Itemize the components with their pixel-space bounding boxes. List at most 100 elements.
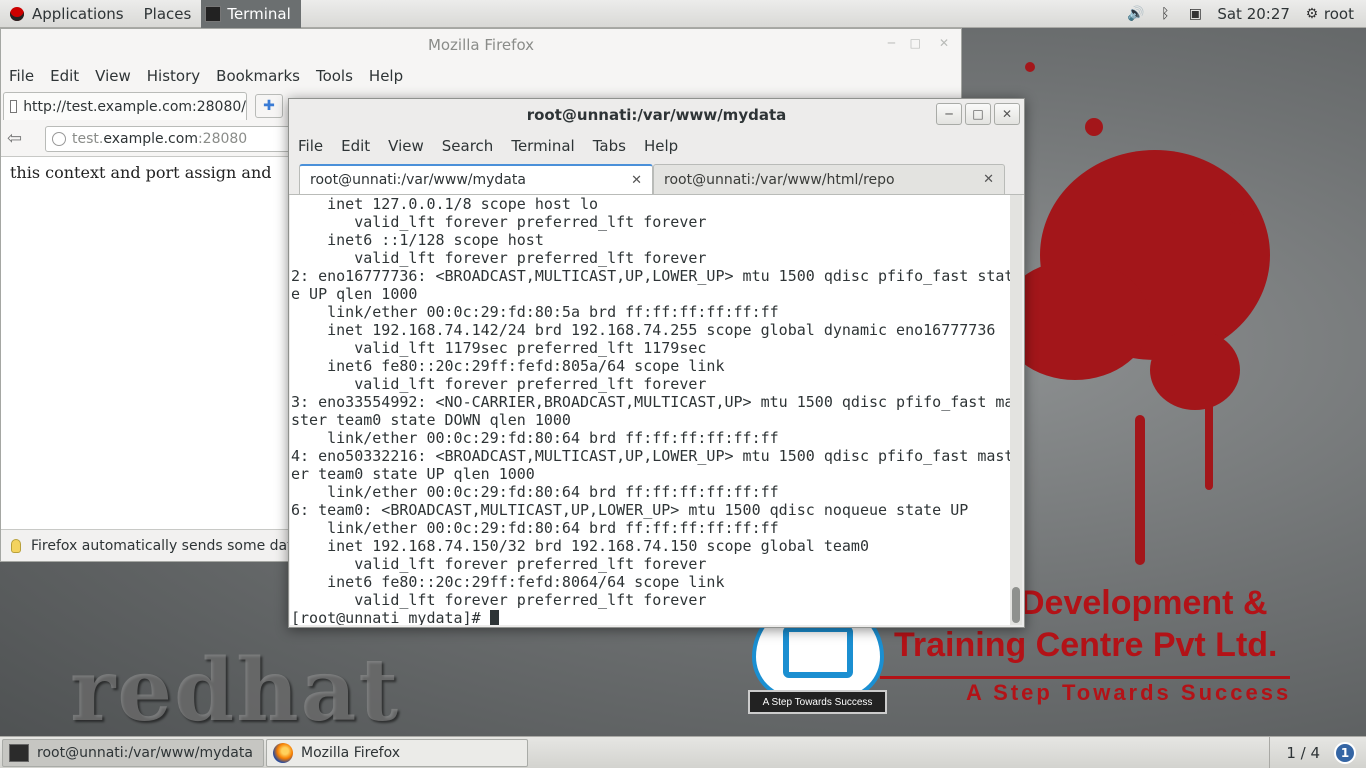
ff-menu-file[interactable]: File [9,67,34,85]
places-label: Places [143,4,192,23]
maximize-icon[interactable]: □ [910,36,921,50]
workspace-switcher[interactable]: 1 / 4 1 [1269,736,1366,768]
notification-text: Firefox automatically sends some data t [31,537,312,554]
brand-divider [880,676,1290,679]
new-tab-button[interactable]: ✚ [255,94,283,118]
terminal-line: inet6 ::1/128 scope host [291,231,544,249]
redhat-logo-icon [10,6,24,21]
blood-splat-decoration [1230,210,1244,224]
close-tab-icon[interactable]: ✕ [631,173,642,188]
firefox-icon [273,742,293,763]
close-icon[interactable]: ✕ [994,103,1020,125]
logo-monitor-icon [783,626,853,678]
terminal-tab-repo[interactable]: root@unnati:/var/www/html/repo ✕ [653,164,1005,194]
terminal-line: valid_lft forever preferred_lft forever [291,375,707,393]
clock[interactable]: Sat 20:27 [1217,5,1290,23]
firefox-menubar: File Edit View History Bookmarks Tools H… [1,61,961,91]
workspace-label: 1 / 4 [1286,743,1320,762]
taskbar-item-firefox[interactable]: Mozilla Firefox [266,738,528,767]
user-menu[interactable]: ⚙ root [1304,5,1354,23]
terminal-scrollbar[interactable] [1010,195,1022,625]
ff-menu-tools[interactable]: Tools [316,67,353,85]
blood-splat-decoration [1205,400,1213,490]
terminal-icon [9,743,29,762]
active-app-menu[interactable]: Terminal [201,0,301,28]
terminal-tab-label: root@unnati:/var/www/html/repo [664,171,895,188]
redhat-watermark: redhat [70,640,401,741]
terminal-prompt: [root@unnati mydata]# [291,609,490,625]
terminal-line: inet 192.168.74.142/24 brd 192.168.74.25… [291,321,996,339]
lightbulb-icon [11,538,21,553]
terminal-window: root@unnati:/var/www/mydata ─ □ ✕ File E… [288,98,1025,628]
terminal-line: 6: team0: <BROADCAST,MULTICAST,UP,LOWER_… [291,501,969,519]
ff-menu-help[interactable]: Help [369,67,403,85]
minimize-icon[interactable]: ─ [936,103,962,125]
terminal-line: inet 127.0.0.1/8 scope host lo [291,195,599,213]
term-menu-file[interactable]: File [298,137,323,155]
browser-tab-label: http://test.example.com:28080/ [23,98,246,115]
ff-menu-history[interactable]: History [147,67,200,85]
terminal-lines: inet 127.0.0.1/8 scope host lo valid_lft… [291,195,1012,609]
terminal-line: valid_lft forever preferred_lft forever [291,555,707,573]
terminal-line: valid_lft 1179sec preferred_lft 1179sec [291,339,707,357]
firefox-title: Mozilla Firefox [427,36,535,54]
terminal-line: 2: eno16777736: <BROADCAST,MULTICAST,UP,… [291,267,1012,285]
term-menu-view[interactable]: View [388,137,424,155]
places-menu[interactable]: Places [134,0,202,28]
globe-icon [52,131,66,146]
terminal-icon [205,5,222,22]
terminal-tabbar: root@unnati:/var/www/mydata ✕ root@unnat… [289,161,1024,195]
taskbar-item-terminal[interactable]: root@unnati:/var/www/mydata [2,738,264,767]
plus-icon: ✚ [263,98,275,114]
minimize-icon[interactable]: ─ [888,36,895,50]
volume-icon[interactable]: 🔊 [1127,6,1144,22]
top-panel: Applications Places Terminal 🔊 ᛒ ▣ Sat 2… [0,0,1366,28]
term-menu-terminal[interactable]: Terminal [511,137,574,155]
terminal-tab-mydata[interactable]: root@unnati:/var/www/mydata ✕ [299,164,653,194]
term-menu-search[interactable]: Search [442,137,494,155]
logo-caption: A Step Towards Success [748,690,887,714]
ff-menu-edit[interactable]: Edit [50,67,79,85]
terminal-tab-label: root@unnati:/var/www/mydata [310,172,526,188]
url-port: :28080 [197,130,248,147]
firefox-titlebar[interactable]: Mozilla Firefox ─ □ ✕ [1,29,961,61]
text-cursor [489,610,499,625]
terminal-titlebar[interactable]: root@unnati:/var/www/mydata ─ □ ✕ [289,99,1024,131]
terminal-line: er team0 state UP qlen 1000 [291,465,535,483]
browser-tab[interactable]: http://test.example.com:28080/ [3,92,247,120]
notification-badge[interactable]: 1 [1334,741,1356,764]
status-area: 🔊 ᛒ ▣ Sat 20:27 ⚙ root [1127,5,1366,23]
terminal-prompt-line[interactable]: [root@unnati mydata]# [291,609,1012,625]
ff-menu-bookmarks[interactable]: Bookmarks [216,67,300,85]
bluetooth-icon[interactable]: ᛒ [1157,6,1173,22]
terminal-line: link/ether 00:0c:29:fd:80:64 brd ff:ff:f… [291,429,779,447]
terminal-line: valid_lft forever preferred_lft forever [291,249,707,267]
terminal-title: root@unnati:/var/www/mydata [526,106,787,124]
url-prefix: test. [72,130,104,147]
close-tab-icon[interactable]: ✕ [983,172,994,187]
close-icon[interactable]: ✕ [939,36,949,50]
scrollbar-thumb[interactable] [1012,587,1020,623]
terminal-line: 4: eno50332216: <BROADCAST,MULTICAST,UP,… [291,447,1012,465]
applications-menu[interactable]: Applications [0,0,134,28]
blood-splat-decoration [1085,118,1103,136]
terminal-line: ster team0 state DOWN qlen 1000 [291,411,571,429]
term-menu-tabs[interactable]: Tabs [593,137,626,155]
network-icon[interactable]: ▣ [1187,6,1203,22]
back-arrow-icon[interactable]: ⇦ [7,128,37,149]
maximize-icon[interactable]: □ [965,103,991,125]
ff-menu-view[interactable]: View [95,67,131,85]
term-menu-help[interactable]: Help [644,137,678,155]
brand-tagline: A Step Towards Success [966,680,1292,705]
terminal-output[interactable]: inet 127.0.0.1/8 scope host lo valid_lft… [290,195,1012,625]
taskbar-item-label: root@unnati:/var/www/mydata [37,744,253,761]
terminal-line: link/ether 00:0c:29:fd:80:5a brd ff:ff:f… [291,303,779,321]
term-menu-edit[interactable]: Edit [341,137,370,155]
brand-name-line2: Training Centre Pvt Ltd. [894,626,1278,664]
taskbar-item-label: Mozilla Firefox [301,744,401,761]
page-icon [10,100,18,113]
blood-splat-decoration [1025,62,1035,72]
terminal-line: inet6 fe80::20c:29ff:fefd:805a/64 scope … [291,357,725,375]
user-icon: ⚙ [1305,5,1319,22]
terminal-line: link/ether 00:0c:29:fd:80:64 brd ff:ff:f… [291,519,779,537]
